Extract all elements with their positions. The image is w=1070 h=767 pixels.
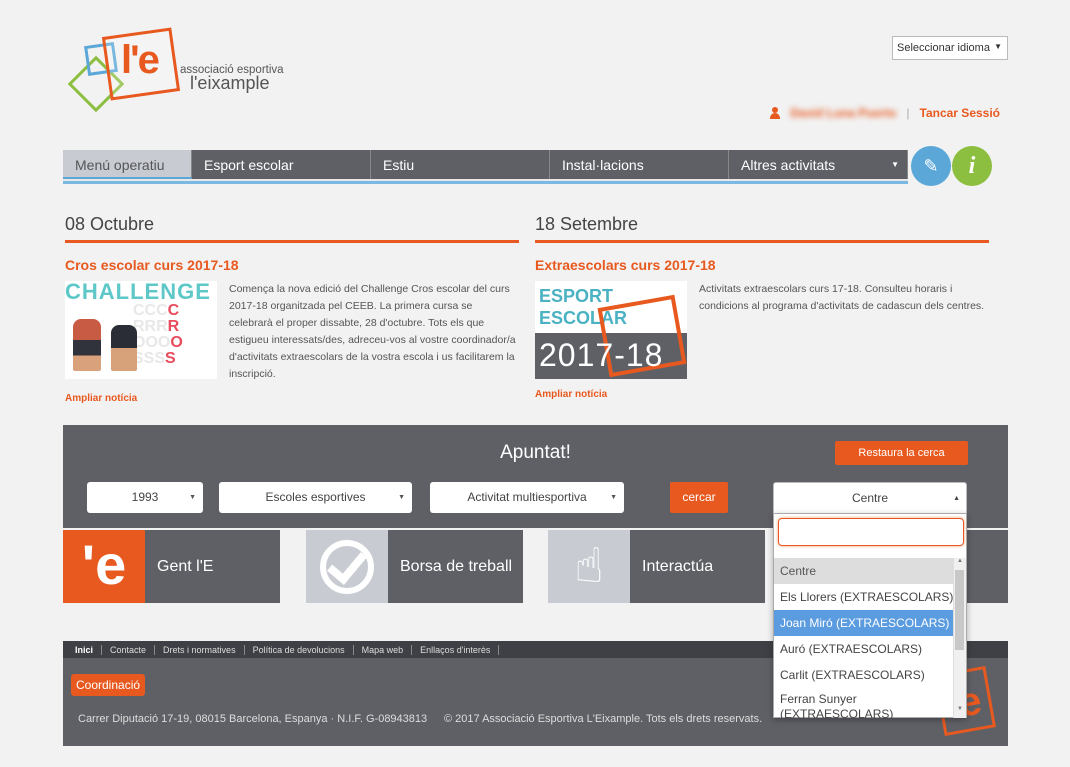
chevron-down-icon: ▼ <box>610 494 617 501</box>
tile-label: Interactúa <box>642 558 714 575</box>
logo-line2: l'eixample <box>190 73 270 93</box>
pointing-hand-icon: ☝ <box>548 530 630 603</box>
read-more-link[interactable]: Ampliar notícia <box>535 389 989 400</box>
news-date: 18 Setembre <box>535 214 989 243</box>
info-icon: i <box>968 152 976 179</box>
pencil-icon: ✎ <box>923 155 939 176</box>
nav-item-estiu[interactable]: Estiu <box>371 150 550 179</box>
language-select-label: Seleccionar idioma <box>897 42 990 54</box>
activity-select[interactable]: Activitat multiesportiva ▼ <box>430 482 624 513</box>
centre-dropdown: Centre Els Llorers (EXTRAESCOLARS) Joan … <box>773 513 967 718</box>
footer-copyright: © 2017 Associació Esportiva L'Eixample. … <box>444 713 763 725</box>
tile-label: Gent l'E <box>157 558 214 575</box>
news-text: Activitats extraescolars curs 17-18. Con… <box>699 283 985 312</box>
news-image-year: 2017-18 <box>539 337 664 373</box>
news-date: 08 Octubre <box>65 214 519 243</box>
runner-figure <box>111 325 137 371</box>
logout-link[interactable]: Tancar Sessió <box>920 106 1000 120</box>
dropdown-option[interactable]: Ferran Sunyer (EXTRAESCOLARS) <box>774 688 954 718</box>
dropdown-option[interactable]: Auró (EXTRAESCOLARS) <box>774 636 954 662</box>
coordinacio-button[interactable]: Coordinació <box>71 674 146 696</box>
year-select[interactable]: 1993 ▼ <box>87 482 203 513</box>
news-item: 18 Setembre Extraescolars curs 2017-18 E… <box>535 214 989 400</box>
centre-select[interactable]: Centre ▲ <box>773 482 967 513</box>
news-item: 08 Octubre Cros escolar curs 2017-18 CHA… <box>65 214 519 404</box>
footer-link-inici[interactable]: Inici <box>67 644 103 655</box>
info-button[interactable]: i <box>952 146 992 186</box>
chevron-down-icon: ▼ <box>189 494 196 501</box>
main-nav: Menú operatiu Esport escolar Estiu Insta… <box>63 150 908 181</box>
checkmark-icon <box>306 530 388 603</box>
le-logo-icon: 'e <box>63 530 145 603</box>
user-bar: David Luna Puerto | Tancar Sessió <box>770 106 1000 120</box>
dropdown-option[interactable]: Carlit (EXTRAESCOLARS) <box>774 662 954 688</box>
footer-link-politica[interactable]: Política de devolucions <box>245 644 354 655</box>
school-select-value: Escoles esportives <box>265 490 366 504</box>
nav-item-menu-operatiu[interactable]: Menú operatiu <box>63 150 192 179</box>
read-more-link[interactable]: Ampliar notícia <box>65 393 519 404</box>
news-image[interactable]: ESPORT ESCOLAR 2017-18 <box>535 281 687 379</box>
reset-search-button[interactable]: Restaura la cerca <box>835 441 968 465</box>
tile-gent-le[interactable]: 'e Gent l'E <box>63 530 280 603</box>
activity-select-value: Activitat multiesportiva <box>467 490 587 504</box>
dropdown-option[interactable]: Centre <box>774 558 954 584</box>
runner-figure <box>73 319 101 371</box>
image-decoration: CCCC RRRR OOOO SSSS <box>133 302 183 367</box>
caret-down-icon: ▼ <box>891 160 899 169</box>
tile-label: Borsa de treball <box>400 558 513 575</box>
language-select[interactable]: Seleccionar idioma ▼ <box>892 36 1008 60</box>
scroll-down-icon[interactable]: ▼ <box>957 706 963 712</box>
dropdown-search-input[interactable] <box>778 518 964 546</box>
news-title[interactable]: Cros escolar curs 2017-18 <box>65 257 519 273</box>
nav-item-esport-escolar[interactable]: Esport escolar <box>192 150 371 179</box>
nav-underline <box>63 181 908 184</box>
chevron-down-icon: ▼ <box>994 42 1002 51</box>
news-text: Comença la nova edició del Challenge Cro… <box>229 283 516 380</box>
footer-address: Carrer Diputació 17-19, 08015 Barcelona,… <box>78 713 428 725</box>
scrollbar-thumb[interactable] <box>955 570 964 650</box>
dropdown-list: Centre Els Llorers (EXTRAESCOLARS) Joan … <box>774 558 954 718</box>
news-title[interactable]: Extraescolars curs 2017-18 <box>535 257 989 273</box>
footer-link-contacte[interactable]: Contacte <box>102 644 156 655</box>
dropdown-option[interactable]: Joan Miró (EXTRAESCOLARS) <box>774 610 954 636</box>
footer-link-mapa-web[interactable]: Mapa web <box>354 644 413 655</box>
footer-link-enllacos[interactable]: Enllaços d'interès <box>412 644 500 655</box>
scroll-up-icon[interactable]: ▲ <box>957 558 963 564</box>
tile-interactua[interactable]: ☝ Interactúa <box>548 530 765 603</box>
year-select-value: 1993 <box>131 490 159 504</box>
chevron-up-icon: ▲ <box>953 495 960 502</box>
search-button[interactable]: cercar <box>670 482 728 513</box>
nav-item-altres-activitats[interactable]: Altres activitats ▼ <box>729 150 908 179</box>
tile-borsa-de-treball[interactable]: Borsa de treball <box>306 530 523 603</box>
nav-item-installacions[interactable]: Instal·lacions <box>550 150 729 179</box>
centre-select-value: Centre <box>851 491 889 505</box>
separator: | <box>906 106 910 120</box>
user-name[interactable]: David Luna Puerto <box>790 106 896 120</box>
user-icon <box>770 107 781 119</box>
edit-button[interactable]: ✎ <box>911 146 951 186</box>
site-logo[interactable]: l'e associació esportiva l'eixample <box>67 26 308 113</box>
logo-mark: l'e <box>121 38 160 82</box>
news-image[interactable]: CHALLENGE CCCC RRRR OOOO SSSS <box>65 281 217 379</box>
footer-link-drets[interactable]: Drets i normatives <box>155 644 245 655</box>
school-select[interactable]: Escoles esportives ▼ <box>219 482 412 513</box>
chevron-down-icon: ▼ <box>398 494 405 501</box>
dropdown-option[interactable]: Els Llorers (EXTRAESCOLARS) <box>774 584 954 610</box>
nav-item-label: Altres activitats <box>741 157 836 173</box>
